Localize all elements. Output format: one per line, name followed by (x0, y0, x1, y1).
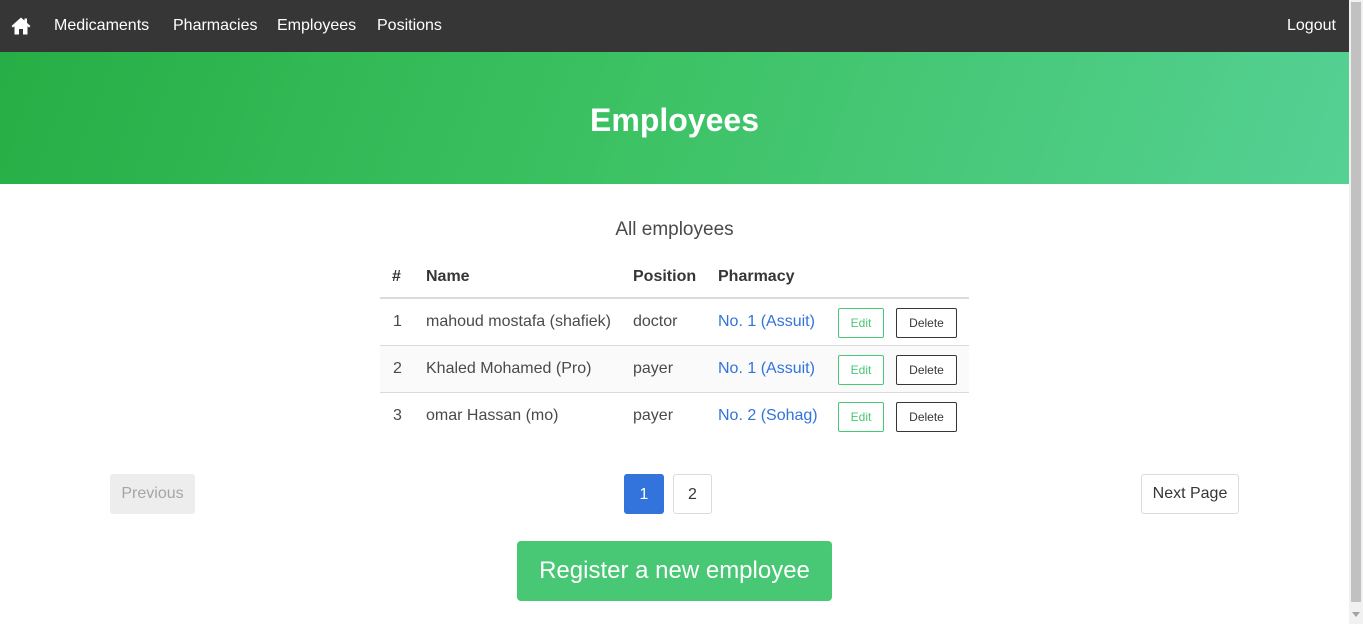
row-number: 2 (380, 345, 426, 393)
employee-name: Khaled Mohamed (Pro) (426, 345, 633, 393)
row-number: 1 (380, 298, 426, 346)
edit-button[interactable]: Edit (838, 354, 884, 385)
nav-link-employees[interactable]: Employees (277, 16, 356, 36)
vertical-scrollbar[interactable] (1349, 0, 1363, 624)
nav-link-positions[interactable]: Positions (377, 16, 442, 36)
table-row: 1 mahoud mostafa (shafiek) doctor No. 1 … (380, 298, 969, 346)
employee-position: payer (633, 345, 718, 393)
scroll-down-arrow-icon[interactable] (1352, 612, 1360, 617)
column-header-number: # (380, 258, 426, 299)
edit-button[interactable]: Edit (838, 307, 884, 338)
employees-table-container: # Name Position Pharmacy 1 mahoud mostaf… (380, 258, 969, 439)
column-header-actions (838, 258, 969, 299)
employee-name: omar Hassan (mo) (426, 406, 559, 424)
delete-button[interactable]: Delete (896, 307, 957, 338)
employee-position: doctor (633, 298, 718, 346)
logout-link[interactable]: Logout (1287, 16, 1336, 36)
nav-link-pharmacies[interactable]: Pharmacies (173, 16, 257, 36)
column-header-position: Position (633, 258, 718, 299)
page-1-button[interactable]: 1 (624, 474, 664, 514)
home-icon[interactable] (11, 16, 31, 36)
page-title: Employees (590, 102, 759, 138)
previous-page-button[interactable]: Previous (110, 474, 195, 514)
column-header-pharmacy: Pharmacy (718, 258, 838, 299)
row-number: 3 (393, 406, 402, 424)
employee-name: mahoud mostafa (shafiek) (426, 298, 633, 346)
employee-position: payer (633, 406, 674, 424)
pharmacy-link[interactable]: No. 1 (Assuit) (718, 360, 815, 377)
pharmacy-link[interactable]: No. 1 (Assuit) (718, 313, 815, 330)
employees-table: # Name Position Pharmacy 1 mahoud mostaf… (380, 258, 969, 439)
page-2-button[interactable]: 2 (673, 474, 712, 514)
table-row: 2 Khaled Mohamed (Pro) payer No. 1 (Assu… (380, 345, 969, 393)
next-page-button[interactable]: Next Page (1141, 474, 1239, 514)
table-row: 3 omar Hassan (mo) payer No. 2 (Sohag) E… (380, 392, 969, 439)
pharmacy-link[interactable]: No. 2 (Sohag) (718, 407, 818, 424)
nav-link-medicaments[interactable]: Medicaments (54, 16, 149, 36)
top-navbar: Medicaments Pharmacies Employees Positio… (0, 0, 1349, 52)
edit-button[interactable]: Edit (838, 401, 884, 432)
delete-button[interactable]: Delete (896, 354, 957, 385)
section-subtitle: All employees (615, 219, 734, 240)
scrollbar-thumb[interactable] (1351, 2, 1361, 602)
column-header-name: Name (426, 258, 633, 299)
table-header-row: # Name Position Pharmacy (380, 258, 969, 299)
register-employee-button[interactable]: Register a new employee (517, 541, 832, 601)
delete-button[interactable]: Delete (896, 401, 957, 432)
